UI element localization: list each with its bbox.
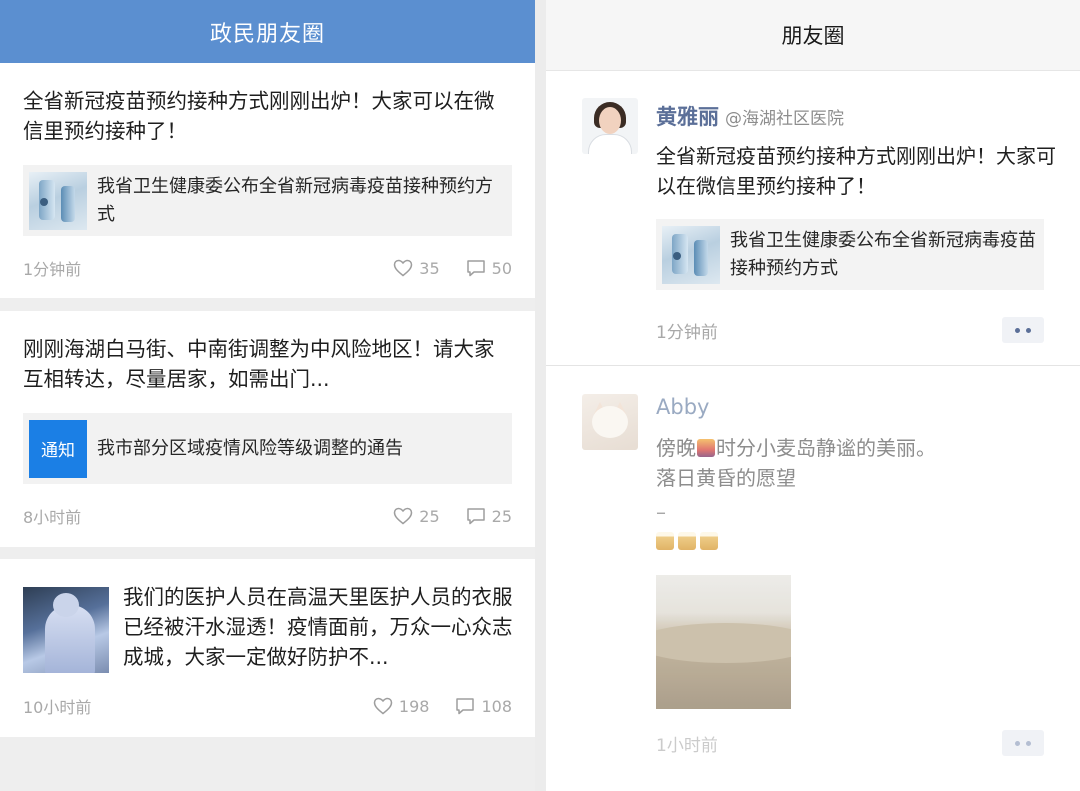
comment-button[interactable]: 25 — [466, 507, 512, 526]
medical-vials-thumbnail — [662, 225, 720, 284]
post-time: 1小时前 — [656, 735, 718, 756]
card-meta: 1分钟前 35 50 — [23, 256, 512, 280]
card-meta: 8小时前 25 25 — [23, 504, 512, 528]
post-author: Abby — [656, 395, 709, 419]
link-preview[interactable]: 我省卫生健康委公布全省新冠病毒疫苗接种预约方式 — [656, 219, 1044, 290]
post-text-part: 傍晚 — [656, 436, 696, 460]
beer-emoji-icon — [700, 532, 718, 550]
heart-icon — [394, 259, 413, 277]
comment-button[interactable]: 108 — [455, 697, 512, 716]
comment-icon — [466, 260, 485, 277]
beer-emoji-row — [656, 532, 718, 550]
card-text: 我们的医护人员在高温天里医护人员的衣服已经被汗水湿透！疫情面前，万众一心众志成城… — [123, 585, 513, 669]
card-time: 1分钟前 — [23, 260, 82, 279]
post-dash: – — [656, 500, 666, 524]
comment-count: 50 — [491, 258, 512, 278]
comment-icon — [466, 508, 485, 525]
comment-count: 25 — [491, 506, 512, 526]
gov-feed-header: 政民朋友圈 — [0, 0, 535, 63]
landscape-photo[interactable] — [656, 575, 791, 709]
moments-header: 朋友圈 — [546, 0, 1080, 71]
comment-button[interactable]: 50 — [466, 259, 512, 278]
post-time: 1分钟前 — [656, 322, 718, 343]
link-preview[interactable]: 我省卫生健康委公布全省新冠病毒疫苗接种预约方式 — [23, 165, 512, 236]
post-meta: 1小时前 — [656, 730, 1044, 756]
card-meta: 10小时前 198 108 — [23, 694, 512, 718]
post-author: 黄雅丽 @海湖社区医院 — [656, 101, 844, 131]
beer-emoji-icon — [656, 532, 674, 550]
beer-emoji-icon — [678, 532, 696, 550]
post-text-part: 时分小麦岛静谧的美丽。 — [716, 436, 936, 460]
notice-badge: 通知 — [29, 419, 87, 478]
card-time: 10小时前 — [23, 698, 92, 717]
heart-icon — [394, 507, 413, 525]
gov-feed-panel: 政民朋友圈 全省新冠疫苗预约接种方式刚刚出炉！大家可以在微信里预约接种了！ 我省… — [0, 0, 535, 791]
link-preview[interactable]: 通知 我市部分区域疫情风险等级调整的通告 — [23, 413, 512, 484]
sunset-emoji-icon — [697, 439, 715, 457]
moments-post: Abby 傍晚 时分小麦岛静谧的美丽。 落日黄昏的愿望 – 1小时前 — [546, 366, 1080, 791]
moments-post: 黄雅丽 @海湖社区医院 全省新冠疫苗预约接种方式刚刚出炉！大家可以在微信里预约接种… — [546, 71, 1080, 366]
card-text: 全省新冠疫苗预约接种方式刚刚出炉！大家可以在微信里预约接种了！ — [23, 89, 495, 143]
more-options-button[interactable] — [1002, 317, 1044, 343]
avatar[interactable] — [582, 98, 638, 154]
heart-icon — [373, 697, 393, 715]
author-name[interactable]: 黄雅丽 — [656, 105, 719, 129]
comment-count: 108 — [481, 696, 512, 716]
like-count: 35 — [419, 258, 440, 278]
like-button[interactable]: 198 — [373, 696, 430, 716]
like-button[interactable]: 35 — [393, 258, 440, 278]
feed-card[interactable]: 全省新冠疫苗预约接种方式刚刚出炉！大家可以在微信里预约接种了！ 我省卫生健康委公… — [0, 63, 535, 298]
medical-vials-thumbnail — [29, 171, 87, 230]
link-preview-title: 我市部分区域疫情风险等级调整的通告 — [97, 437, 403, 459]
avatar[interactable] — [582, 394, 638, 450]
link-preview-title: 我省卫生健康委公布全省新冠病毒疫苗接种预约方式 — [97, 175, 493, 225]
author-name[interactable]: Abby — [656, 395, 709, 419]
moments-panel: 朋友圈 黄雅丽 @海湖社区医院 全省新冠疫苗预约接种方式刚刚出炉！大家可以在微信里… — [546, 0, 1080, 791]
like-count: 198 — [398, 696, 430, 716]
medical-worker-photo[interactable] — [23, 587, 109, 673]
post-text: 全省新冠疫苗预约接种方式刚刚出炉！大家可以在微信里预约接种了！ — [656, 144, 1056, 198]
link-preview-title: 我省卫生健康委公布全省新冠病毒疫苗接种预约方式 — [730, 229, 1036, 279]
card-text: 刚刚海湖白马街、中南街调整为中风险地区！请大家互相转达，尽量居家，如需出门... — [23, 337, 495, 391]
more-options-button[interactable] — [1002, 730, 1044, 756]
like-count: 25 — [419, 506, 440, 526]
feed-card[interactable]: 刚刚海湖白马街、中南街调整为中风险地区！请大家互相转达，尽量居家，如需出门...… — [0, 311, 535, 547]
like-button[interactable]: 25 — [393, 506, 440, 526]
comment-icon — [456, 698, 475, 715]
post-text-line: 落日黄昏的愿望 — [656, 466, 796, 490]
author-handle: @海湖社区医院 — [725, 109, 844, 129]
card-time: 8小时前 — [23, 508, 82, 527]
post-text: 傍晚 时分小麦岛静谧的美丽。 落日黄昏的愿望 — [656, 433, 1056, 493]
post-meta: 1分钟前 — [656, 317, 1044, 343]
feed-card[interactable]: 我们的医护人员在高温天里医护人员的衣服已经被汗水湿透！疫情面前，万众一心众志成城… — [0, 559, 535, 737]
